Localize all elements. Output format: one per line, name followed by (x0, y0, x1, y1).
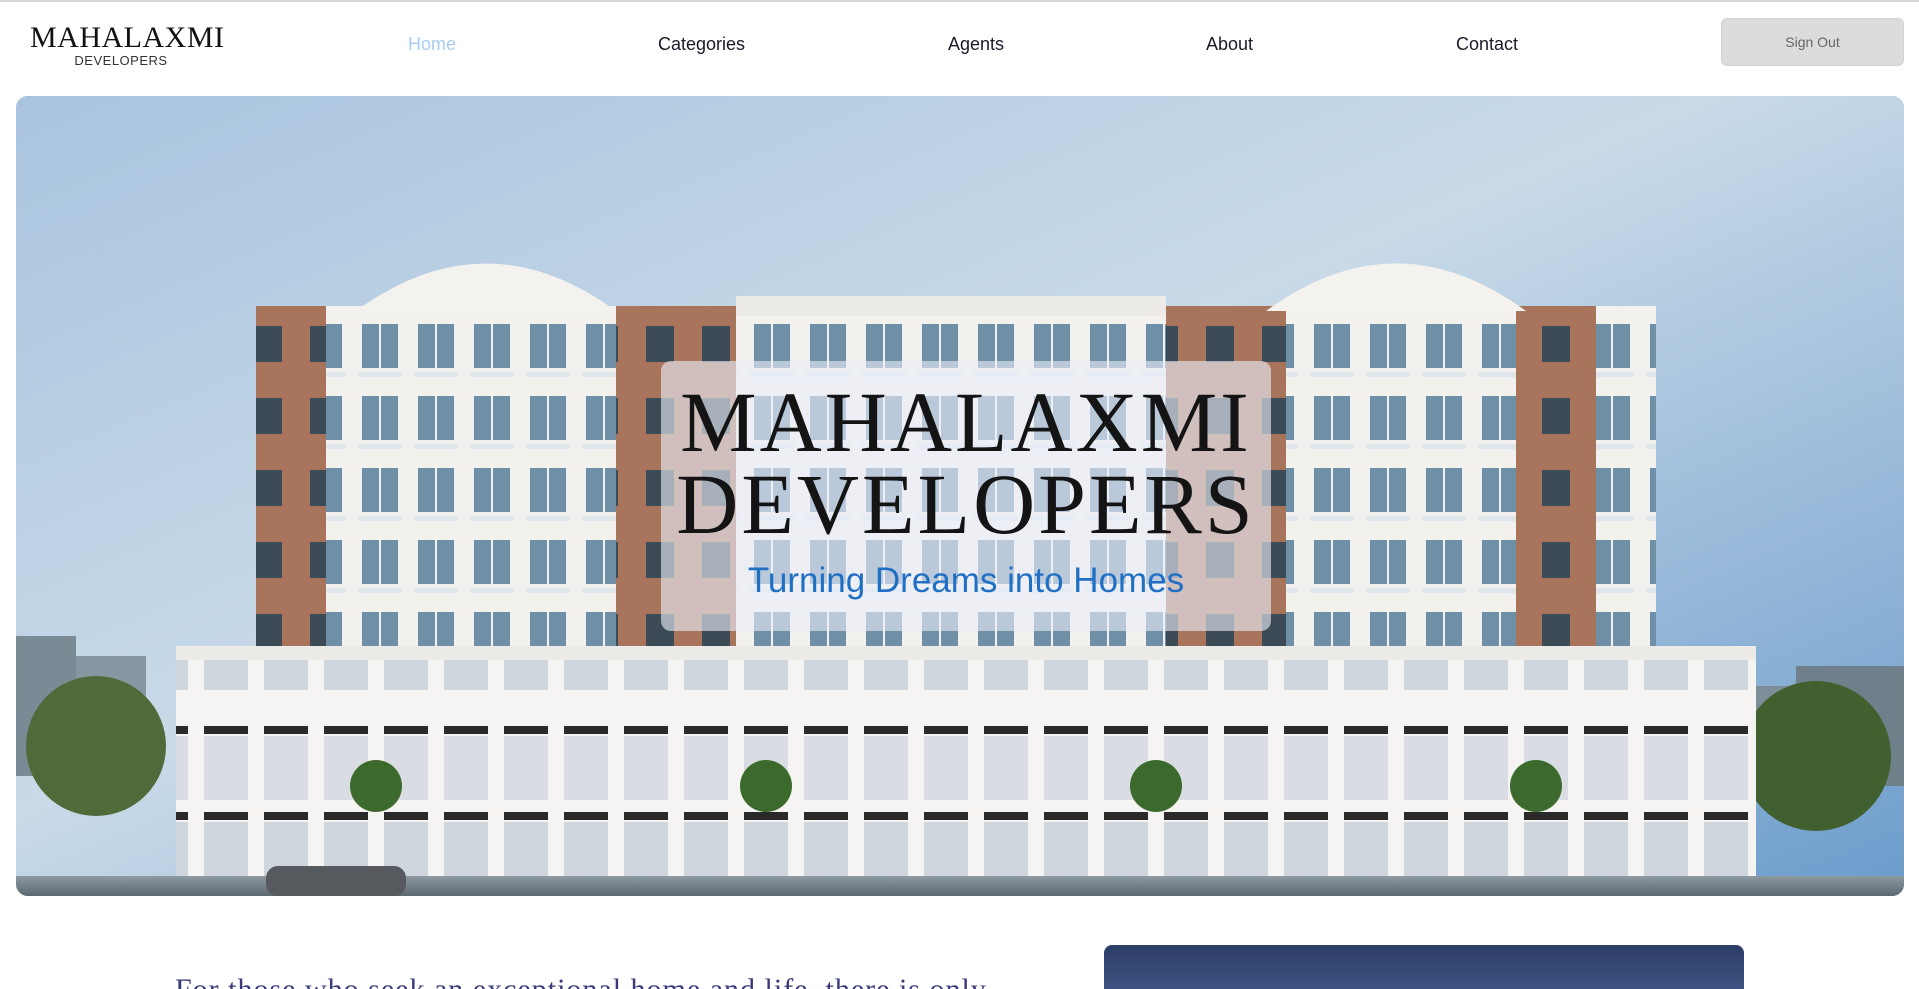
hero-tagline: Turning Dreams into Homes (747, 561, 1185, 600)
nav-agents-link[interactable]: Agents (948, 32, 1004, 56)
hero-title-line1: MAHALAXMI (680, 374, 1252, 470)
intro-heading: For those who seek an exceptional home a… (175, 975, 1075, 989)
sign-out-button[interactable]: Sign Out (1721, 18, 1904, 66)
hero-title-card: MAHALAXMI DEVELOPERS Turning Dreams into… (661, 361, 1271, 631)
brand-logo[interactable]: MAHALAXMI DEVELOPERS (30, 21, 225, 68)
brand-sub: DEVELOPERS (74, 53, 168, 68)
nav-categories-link[interactable]: Categories (658, 32, 745, 56)
brand-name: MAHALAXMI (30, 21, 225, 54)
hero-title-line2: DEVELOPERS (676, 456, 1256, 552)
navbar: MAHALAXMI DEVELOPERS Home Categories Age… (0, 2, 1919, 92)
hero-title: MAHALAXMI DEVELOPERS (661, 361, 1271, 552)
nav-home-link[interactable]: Home (408, 32, 456, 56)
nav-contact-link[interactable]: Contact (1456, 32, 1518, 56)
featured-property-image (1104, 945, 1744, 989)
nav-about-link[interactable]: About (1206, 32, 1253, 56)
hero-banner: MAHALAXMI DEVELOPERS Turning Dreams into… (16, 96, 1904, 896)
